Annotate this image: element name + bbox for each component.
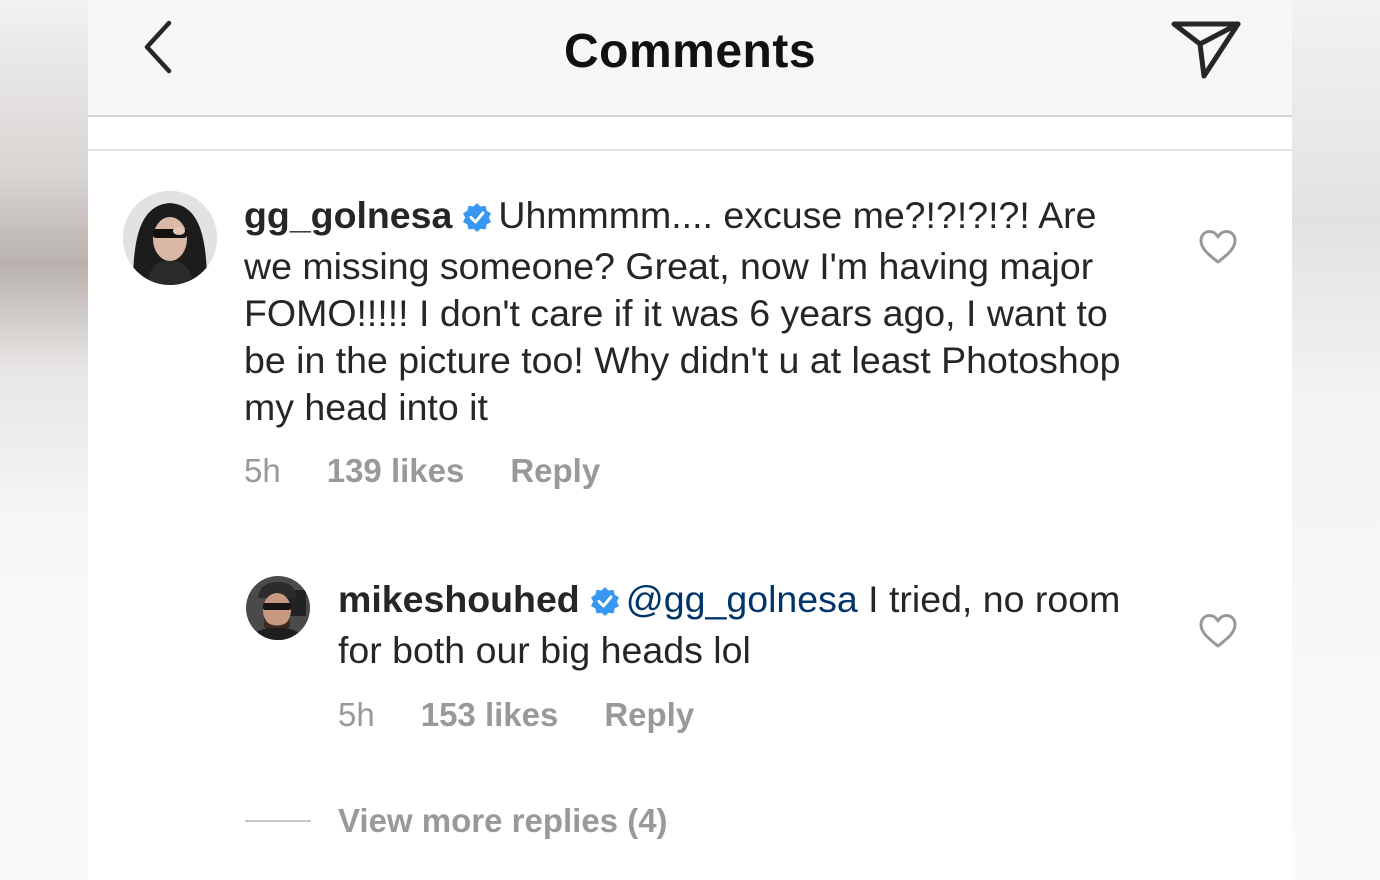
view-more-replies-button[interactable]: View more replies (4) (338, 802, 668, 840)
reply-button[interactable]: Reply (510, 452, 600, 490)
comments-screen: Comments gg_golnesa Uhmmmm.... excuse me?… (88, 0, 1292, 880)
page-title: Comments (563, 25, 817, 78)
background-blur-left (0, 0, 88, 880)
verified-badge-icon (462, 196, 492, 243)
comment-body: mikeshouhed @gg_golnesa I tried, no room … (338, 576, 1168, 674)
comment-body: gg_golnesa Uhmmmm.... excuse me?!?!?!?! A… (244, 192, 1144, 431)
divider-line (245, 820, 311, 822)
avatar[interactable] (246, 576, 310, 640)
mention-link[interactable]: @gg_golnesa (626, 578, 858, 620)
profile-photo (123, 191, 217, 285)
reply-button[interactable]: Reply (604, 696, 694, 734)
comment-time: 5h (338, 696, 375, 733)
comment-username[interactable]: mikeshouhed (338, 578, 580, 620)
comment-meta: 5h 139 likes Reply (244, 452, 600, 490)
like-button[interactable] (1198, 613, 1238, 649)
share-button[interactable] (1170, 16, 1242, 82)
like-button[interactable] (1198, 229, 1238, 265)
paper-plane-icon (1171, 21, 1241, 79)
avatar[interactable] (123, 191, 217, 285)
comment-username[interactable]: gg_golnesa (244, 194, 452, 236)
comment-likes[interactable]: 139 likes (327, 452, 465, 490)
background-blur-right (1292, 0, 1380, 880)
comment-meta: 5h 153 likes Reply (338, 696, 694, 734)
heart-icon (1199, 230, 1237, 264)
comment-likes[interactable]: 153 likes (421, 696, 559, 734)
heart-icon (1199, 614, 1237, 648)
verified-badge-icon (590, 580, 620, 627)
divider (88, 149, 1292, 151)
comment-time: 5h (244, 452, 281, 489)
profile-photo (246, 576, 310, 640)
navigation-bar: Comments (88, 0, 1292, 117)
